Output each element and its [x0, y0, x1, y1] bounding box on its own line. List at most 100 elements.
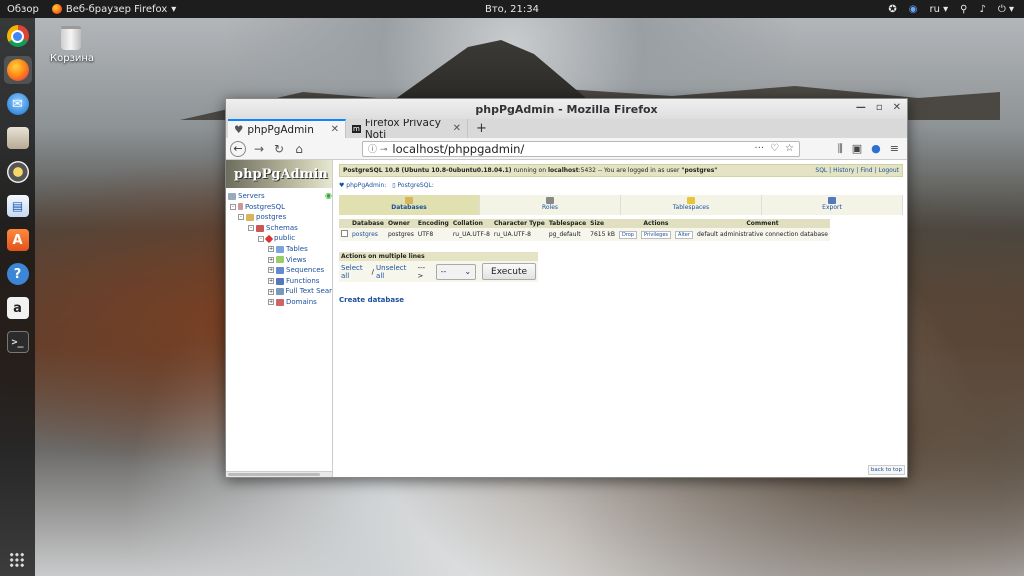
tab-close-icon[interactable]: ✕	[331, 124, 339, 135]
hamburger-menu-icon[interactable]: ≡	[890, 142, 899, 156]
section-tabs: Databases Roles Tablespaces Export	[339, 195, 903, 215]
dock-amazon[interactable]: a	[4, 294, 32, 322]
home-button[interactable]: ⌂	[292, 142, 306, 156]
col-comment: Comment	[694, 219, 830, 228]
dock-thunderbird[interactable]: ✉	[4, 90, 32, 118]
forward-button[interactable]: →	[252, 142, 266, 156]
tree-fulltext[interactable]: + Full Text Sear	[228, 286, 332, 297]
close-button[interactable]: ✕	[893, 102, 901, 113]
col-database: Database	[350, 219, 386, 228]
link-history[interactable]: History	[833, 167, 854, 174]
tree-horizontal-scrollbar[interactable]	[226, 471, 332, 477]
dock-writer[interactable]: ▤	[4, 192, 32, 220]
cell-tablespace: pg_default	[546, 228, 589, 241]
chevron-down-icon: ▾	[171, 3, 177, 15]
tree-servers[interactable]: Servers ◉	[228, 191, 332, 202]
tab-tablespaces[interactable]: Tablespaces	[621, 195, 762, 215]
execute-button[interactable]: Execute	[482, 263, 536, 280]
app-menu[interactable]: Веб-браузер Firefox ▾	[46, 4, 176, 15]
alter-button[interactable]: Alter	[675, 230, 693, 239]
privileges-button[interactable]: Privileges	[640, 230, 672, 239]
phppgadmin-logo[interactable]: phpPgAdmin	[226, 160, 332, 188]
tree-schemas[interactable]: - Schemas	[228, 223, 332, 234]
page-content: phpPgAdmin Servers ◉ - PostgreSQL - post…	[226, 160, 907, 477]
back-button[interactable]: ←	[230, 140, 246, 157]
network-icon[interactable]: ⚲	[960, 4, 967, 15]
main-panel: PostgreSQL 10.8 (Ubuntu 10.8-0ubuntu0.18…	[333, 160, 907, 477]
tree-domains[interactable]: + Domains	[228, 297, 332, 308]
back-to-top-link[interactable]: back to top	[867, 465, 905, 475]
terminal-icon: >_	[6, 331, 29, 353]
sidebar-icon[interactable]: ▣	[852, 142, 862, 156]
export-icon	[828, 197, 836, 204]
row-checkbox[interactable]	[341, 230, 348, 237]
cell-ctype: ru_UA.UTF-8	[491, 228, 547, 241]
firefox-icon	[6, 59, 29, 81]
tree-postgresql[interactable]: - PostgreSQL	[228, 202, 332, 213]
unselect-all-link[interactable]: Unselect all	[376, 264, 413, 280]
tab-close-icon[interactable]: ✕	[453, 123, 461, 134]
link-logout[interactable]: Logout	[878, 167, 899, 174]
tablespaces-icon	[687, 197, 695, 204]
col-encoding: Encoding	[415, 219, 451, 228]
minimize-button[interactable]: —	[856, 102, 866, 113]
col-ctype: Character Type	[491, 219, 547, 228]
tree-sequences[interactable]: + Sequences	[228, 265, 332, 276]
new-tab-button[interactable]: +	[468, 119, 495, 138]
window-titlebar[interactable]: phpPgAdmin - Mozilla Firefox — ▫ ✕	[226, 99, 907, 119]
tab-export[interactable]: Export	[762, 195, 903, 215]
tab-roles[interactable]: Roles	[480, 195, 621, 215]
database-icon	[246, 213, 254, 221]
select-all-link[interactable]: Select all	[341, 264, 370, 280]
dock-terminal[interactable]: >_	[4, 328, 32, 356]
pocket-icon[interactable]: ♡	[770, 143, 779, 154]
breadcrumb-postgresql[interactable]: ▯ PostgreSQL:	[392, 182, 434, 189]
action-select[interactable]: -- ⌄	[435, 263, 477, 280]
link-find[interactable]: Find	[860, 167, 872, 174]
power-icon[interactable]: ⏻ ▾	[998, 4, 1014, 15]
vpn-icon[interactable]: ◉	[909, 4, 918, 15]
create-database-link[interactable]: Create database	[339, 296, 903, 304]
maximize-button[interactable]: ▫	[876, 102, 883, 113]
activities-button[interactable]: Обзор	[0, 4, 46, 15]
tree-functions[interactable]: + Functions	[228, 276, 332, 287]
tab-phppgadmin[interactable]: ♥ phpPgAdmin ✕	[228, 119, 346, 138]
bookmark-star-icon[interactable]: ☆	[785, 143, 794, 154]
dock-help[interactable]: ?	[4, 260, 32, 288]
dock-rhythmbox[interactable]	[4, 158, 32, 186]
tree-public[interactable]: - public	[228, 233, 332, 244]
tree-database-postgres[interactable]: - postgres	[228, 212, 332, 223]
cell-encoding: UTF8	[415, 228, 451, 241]
tab-privacy[interactable]: m Firefox Privacy Noti ✕	[346, 116, 468, 141]
library-icon[interactable]: ⫼	[838, 142, 843, 156]
page-actions-icon[interactable]: ···	[755, 143, 765, 154]
info-icon[interactable]: ⓘ ⊸	[368, 142, 387, 155]
refresh-icon[interactable]: ◉	[325, 191, 332, 202]
account-icon[interactable]: ●	[871, 142, 881, 156]
drop-button[interactable]: Drop	[618, 230, 637, 239]
desktop-trash[interactable]: Корзина	[50, 26, 94, 64]
dock-chrome[interactable]	[4, 22, 32, 50]
fulltext-icon	[276, 288, 284, 296]
files-icon	[6, 127, 29, 149]
link-sql[interactable]: SQL	[815, 167, 827, 174]
breadcrumb-phppgadmin[interactable]: ♥ phpPgAdmin:	[339, 182, 386, 189]
reload-button[interactable]: ↻	[272, 142, 286, 156]
dock-files[interactable]	[4, 124, 32, 152]
show-apps-icon[interactable]	[9, 552, 25, 568]
tree-tables[interactable]: + Tables	[228, 244, 332, 255]
tab-label: Firefox Privacy Noti	[364, 116, 441, 141]
dock-firefox[interactable]	[3, 56, 32, 84]
cell-comment: default administrative connection databa…	[694, 228, 830, 241]
tab-databases[interactable]: Databases	[339, 195, 480, 215]
tab-label: phpPgAdmin	[247, 123, 314, 136]
url-bar[interactable]: ⓘ ⊸ localhost/phppgadmin/ ··· ♡ ☆	[362, 140, 800, 157]
language-indicator[interactable]: ru ▾	[930, 4, 949, 15]
schemas-icon	[256, 224, 264, 232]
tree-views[interactable]: + Views	[228, 255, 332, 266]
dock-software[interactable]: A	[4, 226, 32, 254]
cell-database[interactable]: postgres	[350, 228, 386, 241]
accessibility-icon[interactable]: ✪	[888, 4, 896, 15]
databases-icon	[405, 197, 413, 204]
volume-icon[interactable]: ♪	[980, 4, 986, 15]
